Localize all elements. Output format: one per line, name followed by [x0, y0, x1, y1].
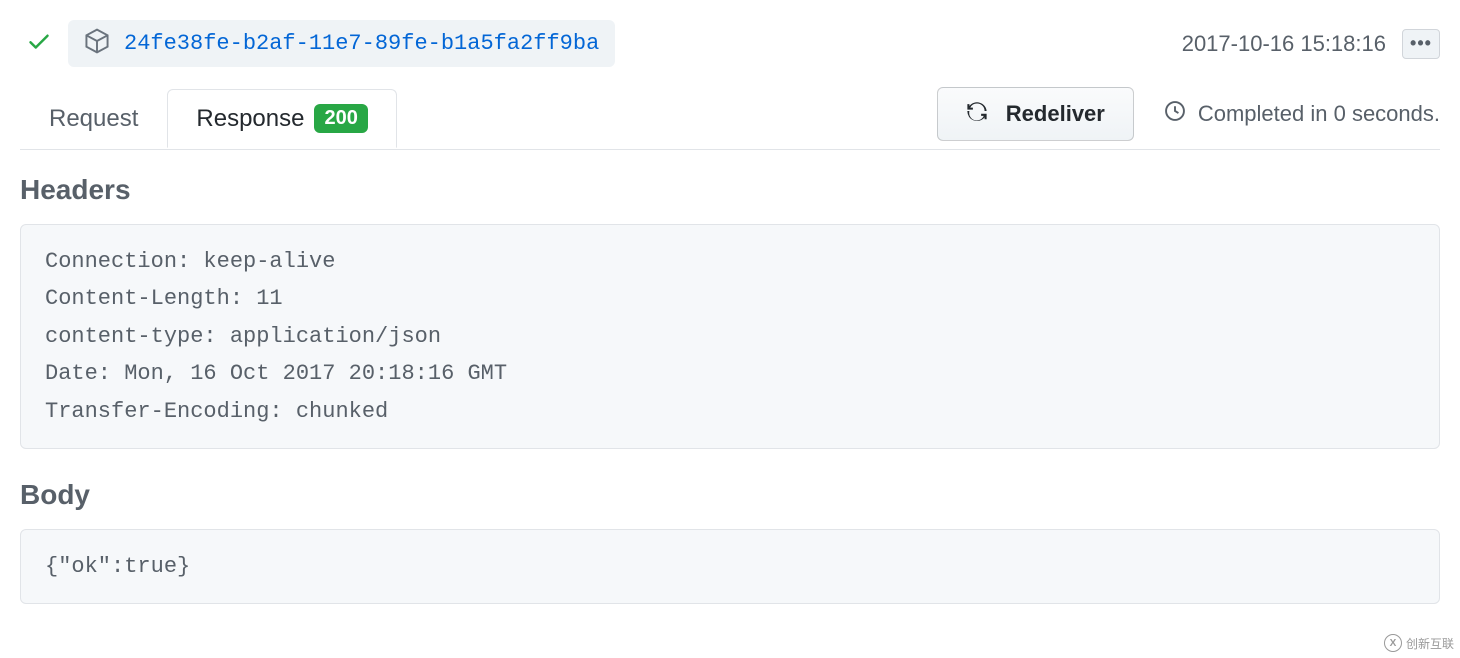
- headers-title: Headers: [20, 174, 1440, 206]
- header-right: 2017-10-16 15:18:16 •••: [1182, 29, 1440, 59]
- headers-block: Connection: keep-alive Content-Length: 1…: [20, 224, 1440, 449]
- redeliver-label: Redeliver: [1006, 101, 1105, 127]
- completed-indicator: Completed in 0 seconds.: [1164, 100, 1440, 128]
- redeliver-button[interactable]: Redeliver: [937, 87, 1134, 141]
- package-icon: [84, 28, 110, 59]
- clock-icon: [1164, 100, 1186, 128]
- success-check-icon: [26, 28, 52, 59]
- delivery-detail: 24fe38fe-b2af-11e7-89fe-b1a5fa2ff9ba 201…: [0, 0, 1460, 654]
- more-actions-button[interactable]: •••: [1402, 29, 1440, 59]
- status-badge: 200: [314, 104, 367, 133]
- watermark: X 创新互联: [1384, 634, 1454, 652]
- completed-text: Completed in 0 seconds.: [1198, 101, 1440, 127]
- tab-request-label: Request: [49, 105, 138, 133]
- tabs-row: Request Response 200 Redeliver Completed…: [20, 87, 1440, 150]
- tabs: Request Response 200: [20, 89, 397, 147]
- delivery-header: 24fe38fe-b2af-11e7-89fe-b1a5fa2ff9ba 201…: [20, 20, 1440, 67]
- delivery-id: 24fe38fe-b2af-11e7-89fe-b1a5fa2ff9ba: [124, 31, 599, 56]
- tabs-right: Redeliver Completed in 0 seconds.: [937, 87, 1440, 149]
- body-block: {"ok":true}: [20, 529, 1440, 604]
- body-title: Body: [20, 479, 1440, 511]
- tab-response-label: Response: [196, 105, 304, 133]
- sync-icon: [966, 100, 988, 128]
- ellipsis-icon: •••: [1410, 33, 1432, 54]
- tab-request[interactable]: Request: [20, 89, 167, 148]
- tab-response[interactable]: Response 200: [167, 89, 396, 148]
- watermark-text: 创新互联: [1406, 635, 1454, 652]
- watermark-logo-icon: X: [1384, 634, 1402, 652]
- delivery-timestamp: 2017-10-16 15:18:16: [1182, 31, 1386, 57]
- delivery-id-box[interactable]: 24fe38fe-b2af-11e7-89fe-b1a5fa2ff9ba: [68, 20, 615, 67]
